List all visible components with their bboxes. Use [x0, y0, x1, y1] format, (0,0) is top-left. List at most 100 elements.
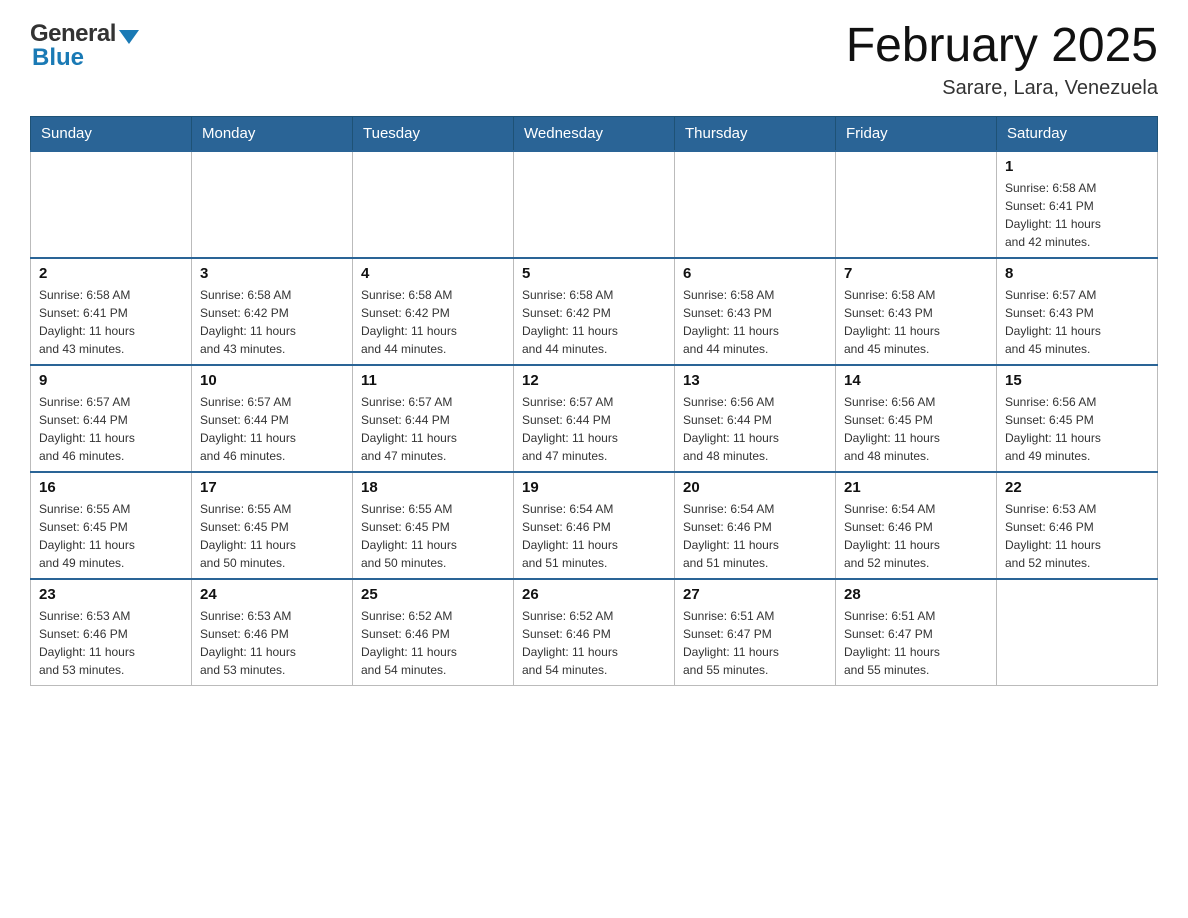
- day-number: 13: [683, 372, 827, 389]
- calendar-cell: [192, 151, 353, 258]
- calendar-cell: [31, 151, 192, 258]
- day-number: 4: [361, 265, 505, 282]
- day-info: Sunrise: 6:52 AM Sunset: 6:46 PM Dayligh…: [522, 607, 666, 679]
- day-number: 5: [522, 265, 666, 282]
- day-info: Sunrise: 6:54 AM Sunset: 6:46 PM Dayligh…: [683, 500, 827, 572]
- header-wednesday: Wednesday: [514, 116, 675, 151]
- day-number: 28: [844, 586, 988, 603]
- calendar-cell: 25 Sunrise: 6:52 AM Sunset: 6:46 PM Dayli…: [353, 579, 514, 686]
- day-number: 26: [522, 586, 666, 603]
- day-number: 16: [39, 479, 183, 496]
- calendar-cell: [353, 151, 514, 258]
- day-number: 15: [1005, 372, 1149, 389]
- header-tuesday: Tuesday: [353, 116, 514, 151]
- page-header: General Blue February 2025 Sarare, Lara,…: [30, 20, 1158, 100]
- day-number: 7: [844, 265, 988, 282]
- day-number: 9: [39, 372, 183, 389]
- day-number: 17: [200, 479, 344, 496]
- calendar-cell: 20Sunrise: 6:54 AM Sunset: 6:46 PM Dayli…: [675, 472, 836, 579]
- calendar-cell: 9 Sunrise: 6:57 AM Sunset: 6:44 PM Daylig…: [31, 365, 192, 472]
- day-number: 3: [200, 265, 344, 282]
- day-info: Sunrise: 6:57 AM Sunset: 6:44 PM Dayligh…: [200, 393, 344, 465]
- day-number: 2: [39, 265, 183, 282]
- day-number: 12: [522, 372, 666, 389]
- calendar-cell: 24Sunrise: 6:53 AM Sunset: 6:46 PM Dayli…: [192, 579, 353, 686]
- week-row-3: 9 Sunrise: 6:57 AM Sunset: 6:44 PM Daylig…: [31, 365, 1158, 472]
- day-info: Sunrise: 6:56 AM Sunset: 6:45 PM Dayligh…: [844, 393, 988, 465]
- day-number: 19: [522, 479, 666, 496]
- calendar-cell: 27Sunrise: 6:51 AM Sunset: 6:47 PM Dayli…: [675, 579, 836, 686]
- calendar-cell: 2Sunrise: 6:58 AM Sunset: 6:41 PM Daylig…: [31, 258, 192, 365]
- calendar-cell: 13 Sunrise: 6:56 AM Sunset: 6:44 PM Dayli…: [675, 365, 836, 472]
- day-info: Sunrise: 6:55 AM Sunset: 6:45 PM Dayligh…: [200, 500, 344, 572]
- calendar-table: SundayMondayTuesdayWednesdayThursdayFrid…: [30, 116, 1158, 686]
- logo-arrow-icon: [119, 30, 139, 44]
- day-info: Sunrise: 6:56 AM Sunset: 6:45 PM Dayligh…: [1005, 393, 1149, 465]
- day-number: 8: [1005, 265, 1149, 282]
- day-info: Sunrise: 6:58 AM Sunset: 6:43 PM Dayligh…: [844, 286, 988, 358]
- day-info: Sunrise: 6:55 AM Sunset: 6:45 PM Dayligh…: [361, 500, 505, 572]
- month-title: February 2025: [846, 20, 1158, 73]
- header-saturday: Saturday: [997, 116, 1158, 151]
- day-number: 27: [683, 586, 827, 603]
- day-info: Sunrise: 6:53 AM Sunset: 6:46 PM Dayligh…: [1005, 500, 1149, 572]
- day-number: 1: [1005, 158, 1149, 175]
- day-number: 24: [200, 586, 344, 603]
- week-row-2: 2Sunrise: 6:58 AM Sunset: 6:41 PM Daylig…: [31, 258, 1158, 365]
- calendar-cell: 28 Sunrise: 6:51 AM Sunset: 6:47 PM Dayli…: [836, 579, 997, 686]
- calendar-cell: 16 Sunrise: 6:55 AM Sunset: 6:45 PM Dayli…: [31, 472, 192, 579]
- day-info: Sunrise: 6:52 AM Sunset: 6:46 PM Dayligh…: [361, 607, 505, 679]
- calendar-cell: 6 Sunrise: 6:58 AM Sunset: 6:43 PM Daylig…: [675, 258, 836, 365]
- day-info: Sunrise: 6:58 AM Sunset: 6:42 PM Dayligh…: [522, 286, 666, 358]
- day-info: Sunrise: 6:57 AM Sunset: 6:44 PM Dayligh…: [522, 393, 666, 465]
- day-info: Sunrise: 6:51 AM Sunset: 6:47 PM Dayligh…: [844, 607, 988, 679]
- calendar-cell: 19Sunrise: 6:54 AM Sunset: 6:46 PM Dayli…: [514, 472, 675, 579]
- calendar-cell: 18 Sunrise: 6:55 AM Sunset: 6:45 PM Dayli…: [353, 472, 514, 579]
- header-thursday: Thursday: [675, 116, 836, 151]
- calendar-cell: 5 Sunrise: 6:58 AM Sunset: 6:42 PM Daylig…: [514, 258, 675, 365]
- calendar-cell: 3 Sunrise: 6:58 AM Sunset: 6:42 PM Daylig…: [192, 258, 353, 365]
- day-info: Sunrise: 6:58 AM Sunset: 6:41 PM Dayligh…: [1005, 179, 1149, 251]
- day-info: Sunrise: 6:58 AM Sunset: 6:42 PM Dayligh…: [200, 286, 344, 358]
- day-info: Sunrise: 6:55 AM Sunset: 6:45 PM Dayligh…: [39, 500, 183, 572]
- header-sunday: Sunday: [31, 116, 192, 151]
- day-info: Sunrise: 6:57 AM Sunset: 6:43 PM Dayligh…: [1005, 286, 1149, 358]
- title-block: February 2025 Sarare, Lara, Venezuela: [846, 20, 1158, 100]
- calendar-cell: 1 Sunrise: 6:58 AM Sunset: 6:41 PM Daylig…: [997, 151, 1158, 258]
- week-row-1: 1 Sunrise: 6:58 AM Sunset: 6:41 PM Daylig…: [31, 151, 1158, 258]
- header-monday: Monday: [192, 116, 353, 151]
- logo: General Blue: [30, 20, 139, 72]
- calendar-cell: 22 Sunrise: 6:53 AM Sunset: 6:46 PM Dayli…: [997, 472, 1158, 579]
- day-info: Sunrise: 6:56 AM Sunset: 6:44 PM Dayligh…: [683, 393, 827, 465]
- calendar-cell: 26 Sunrise: 6:52 AM Sunset: 6:46 PM Dayli…: [514, 579, 675, 686]
- day-number: 22: [1005, 479, 1149, 496]
- calendar-cell: 8 Sunrise: 6:57 AM Sunset: 6:43 PM Daylig…: [997, 258, 1158, 365]
- calendar-cell: [997, 579, 1158, 686]
- day-info: Sunrise: 6:58 AM Sunset: 6:42 PM Dayligh…: [361, 286, 505, 358]
- calendar-cell: 12 Sunrise: 6:57 AM Sunset: 6:44 PM Dayli…: [514, 365, 675, 472]
- day-number: 14: [844, 372, 988, 389]
- location-subtitle: Sarare, Lara, Venezuela: [846, 77, 1158, 100]
- calendar-header-row: SundayMondayTuesdayWednesdayThursdayFrid…: [31, 116, 1158, 151]
- day-info: Sunrise: 6:54 AM Sunset: 6:46 PM Dayligh…: [844, 500, 988, 572]
- logo-blue-text: Blue: [32, 44, 84, 72]
- calendar-cell: 21 Sunrise: 6:54 AM Sunset: 6:46 PM Dayli…: [836, 472, 997, 579]
- calendar-cell: [514, 151, 675, 258]
- day-info: Sunrise: 6:53 AM Sunset: 6:46 PM Dayligh…: [39, 607, 183, 679]
- day-info: Sunrise: 6:57 AM Sunset: 6:44 PM Dayligh…: [39, 393, 183, 465]
- day-number: 11: [361, 372, 505, 389]
- calendar-cell: 4 Sunrise: 6:58 AM Sunset: 6:42 PM Daylig…: [353, 258, 514, 365]
- calendar-cell: 15 Sunrise: 6:56 AM Sunset: 6:45 PM Dayli…: [997, 365, 1158, 472]
- calendar-cell: 14 Sunrise: 6:56 AM Sunset: 6:45 PM Dayli…: [836, 365, 997, 472]
- header-friday: Friday: [836, 116, 997, 151]
- day-number: 18: [361, 479, 505, 496]
- calendar-cell: [836, 151, 997, 258]
- day-number: 25: [361, 586, 505, 603]
- calendar-cell: [675, 151, 836, 258]
- day-info: Sunrise: 6:58 AM Sunset: 6:43 PM Dayligh…: [683, 286, 827, 358]
- calendar-cell: 17 Sunrise: 6:55 AM Sunset: 6:45 PM Dayli…: [192, 472, 353, 579]
- day-number: 21: [844, 479, 988, 496]
- day-number: 6: [683, 265, 827, 282]
- week-row-5: 23Sunrise: 6:53 AM Sunset: 6:46 PM Dayli…: [31, 579, 1158, 686]
- calendar-cell: 23Sunrise: 6:53 AM Sunset: 6:46 PM Dayli…: [31, 579, 192, 686]
